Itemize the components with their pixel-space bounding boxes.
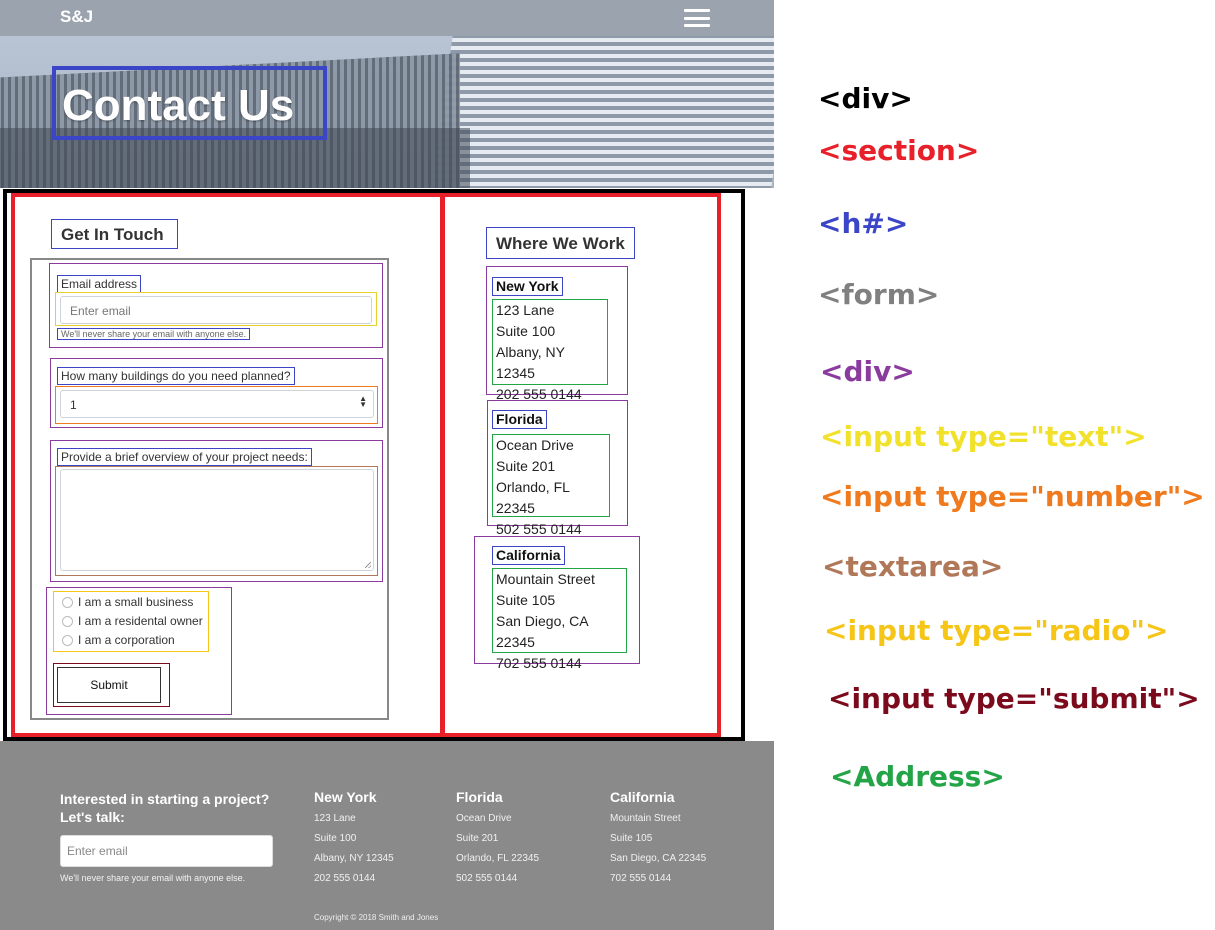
location-title: New York xyxy=(492,277,563,296)
legend-input-number: <input type="number"> xyxy=(820,480,1205,513)
page-title: Contact Us xyxy=(52,66,327,140)
footer-cta: Interested in starting a project? Let's … xyxy=(60,791,270,825)
radio-small-business[interactable]: I am a small business xyxy=(62,595,193,609)
buildings-value: 1 xyxy=(70,398,77,412)
page-mockup: S&J Contact Us Get In Touch Email addres… xyxy=(0,0,774,930)
radio-group-outline: I am a small business I am a residental … xyxy=(53,591,209,652)
footer-help-text: We'll never share your email with anyone… xyxy=(60,873,246,883)
footer-col-line: 202 555 0144 xyxy=(314,873,376,884)
radio-label: I am a corporation xyxy=(78,633,175,647)
footer-col-line: Orlando, FL 22345 xyxy=(456,853,540,864)
footer-col-line: 702 555 0144 xyxy=(610,873,672,884)
footer-col-line: San Diego, CA 22345 xyxy=(610,853,707,864)
legend-input-radio: <input type="radio"> xyxy=(824,614,1169,647)
footer-col-line: 123 Lane xyxy=(314,813,356,824)
footer-col-title: New York xyxy=(314,789,377,805)
address-line: Mountain Street xyxy=(496,571,595,587)
email-label: Email address xyxy=(57,275,142,293)
address-line: Suite 105 xyxy=(496,592,556,608)
where-we-work-heading: Where We Work xyxy=(486,227,635,259)
footer-col-line: Mountain Street xyxy=(610,813,681,824)
overview-textarea[interactable] xyxy=(60,469,374,571)
address-line: Suite 201 xyxy=(496,458,556,474)
overview-label: Provide a brief overview of your project… xyxy=(57,448,312,466)
submit-button[interactable]: Submit xyxy=(57,667,161,703)
buildings-label: How many buildings do you need planned? xyxy=(57,367,295,385)
legend-section: <section> xyxy=(818,134,980,167)
footer: Interested in starting a project? Let's … xyxy=(0,741,774,930)
legend-input-text: <input type="text"> xyxy=(820,420,1147,453)
legend-heading: <h#> xyxy=(818,207,909,240)
number-spinner-icon[interactable]: ▲ ▼ xyxy=(359,395,367,409)
resize-grip-icon[interactable] xyxy=(365,562,371,568)
legend-input-submit: <input type="submit"> xyxy=(828,682,1200,715)
footer-col-title: Florida xyxy=(456,789,503,805)
footer-col-california: California Mountain Street Suite 105 San… xyxy=(610,789,706,889)
footer-col-line: 502 555 0144 xyxy=(456,873,518,884)
radio-circle-icon[interactable] xyxy=(62,596,73,608)
buildings-number-input[interactable]: 1 ▲ ▼ xyxy=(60,390,374,418)
radio-circle-icon[interactable] xyxy=(62,634,73,646)
footer-col-line: Suite 100 xyxy=(314,833,357,844)
address-line: Suite 100 xyxy=(496,323,556,339)
address-line: Orlando, FL 22345 xyxy=(496,479,570,516)
hamburger-menu-icon[interactable] xyxy=(684,9,710,27)
location-title: Florida xyxy=(492,410,547,429)
address-line: Albany, NY 12345 xyxy=(496,344,565,381)
email-input[interactable]: Enter email xyxy=(60,296,372,324)
footer-col-title: California xyxy=(610,789,675,805)
address-line: San Diego, CA 22345 xyxy=(496,613,588,650)
legend-form: <form> xyxy=(818,278,940,311)
radio-residential-owner[interactable]: I am a residental owner xyxy=(62,614,203,628)
address-line: 123 Lane xyxy=(496,302,555,318)
submit-outline: Submit xyxy=(53,663,170,707)
brand-logo[interactable]: S&J xyxy=(60,7,93,27)
footer-col-new-york: New York 123 Lane Suite 100 Albany, NY 1… xyxy=(314,789,394,889)
navbar: S&J xyxy=(0,0,774,36)
hero-building-image xyxy=(425,36,774,188)
email-help-text: We'll never share your email with anyone… xyxy=(57,328,251,340)
radio-circle-icon[interactable] xyxy=(62,615,73,627)
legend-textarea: <textarea> xyxy=(822,550,1004,583)
footer-copyright: Copyright © 2018 Smith and Jones xyxy=(314,913,439,922)
footer-col-line: Ocean Drive xyxy=(456,813,512,824)
legend-div-purple: <div> xyxy=(820,355,915,388)
address-block: 123 Lane Suite 100 Albany, NY 12345 202 … xyxy=(492,299,608,402)
footer-col-line: Suite 201 xyxy=(456,833,499,844)
location-title: California xyxy=(492,546,565,565)
radio-label: I am a small business xyxy=(78,595,194,609)
radio-label: I am a residental owner xyxy=(78,614,203,628)
address-phone: 702 555 0144 xyxy=(496,655,582,671)
legend-address: <Address> xyxy=(830,760,1005,793)
footer-col-line: Suite 105 xyxy=(610,833,653,844)
footer-col-line: Albany, NY 12345 xyxy=(314,853,394,864)
address-block: Mountain Street Suite 105 San Diego, CA … xyxy=(492,568,627,671)
legend-div-black: <div> xyxy=(818,82,913,115)
get-in-touch-heading: Get In Touch xyxy=(51,219,178,249)
footer-col-florida: Florida Ocean Drive Suite 201 Orlando, F… xyxy=(456,789,539,889)
radio-corporation[interactable]: I am a corporation xyxy=(62,633,175,647)
footer-email-input[interactable]: Enter email xyxy=(60,835,273,867)
address-block: Ocean Drive Suite 201 Orlando, FL 22345 … xyxy=(492,434,610,537)
address-line: Ocean Drive xyxy=(496,437,574,453)
